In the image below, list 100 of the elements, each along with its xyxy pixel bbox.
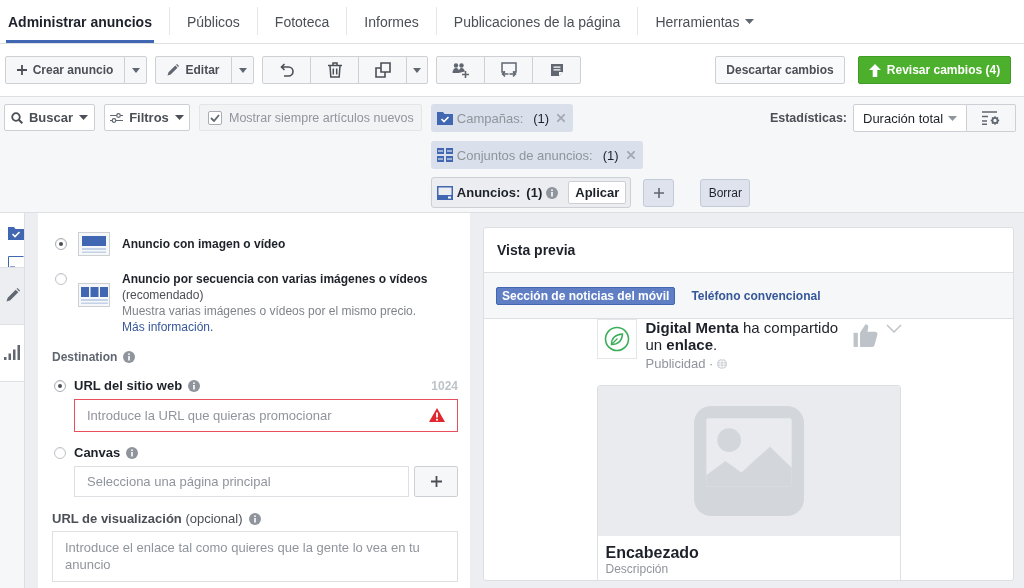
plus-icon — [653, 187, 664, 198]
page-select-field[interactable]: Selecciona una página principal — [74, 466, 409, 497]
filter-chip[interactable]: Conjuntos de anuncios: (1) — [430, 141, 643, 169]
thumbs-up-icon[interactable] — [852, 322, 879, 348]
chip-count: (1) — [533, 110, 550, 126]
checkbox[interactable] — [208, 110, 222, 125]
placement-tab[interactable]: Teléfono convencional — [685, 286, 827, 305]
carousel-icon — [78, 283, 110, 307]
duplicate-icon — [374, 62, 391, 78]
create-menu-button[interactable] — [124, 56, 147, 84]
check-icon — [210, 113, 220, 122]
more-info-link[interactable]: Más información. — [122, 320, 214, 334]
filter-chip[interactable]: Campañas: (1) — [430, 104, 574, 132]
chip-count: (1) — [602, 147, 619, 163]
bar-chart-icon — [4, 345, 20, 360]
format-title: Anuncio por secuencia con varias imágenes o vídeos — [122, 271, 429, 287]
display-url-field[interactable]: Introduce el enlace tal como quieres que la gente lo vea en tu anuncio — [52, 531, 458, 582]
chip-label: Conjuntos de anuncios: — [456, 147, 593, 163]
info-icon — [248, 513, 261, 525]
caret-icon — [174, 115, 184, 120]
info-icon — [546, 186, 559, 199]
single-image-icon — [78, 232, 110, 256]
character-counter: 1024 — [431, 378, 458, 394]
chip-label: Anuncios: — [456, 185, 521, 200]
caret-icon — [745, 19, 755, 24]
pencil-icon — [167, 64, 180, 76]
people-plus-icon — [452, 62, 469, 78]
filter-chip[interactable]: Anuncios: (1) Aplicar — [430, 177, 632, 208]
edit-menu-button[interactable] — [231, 56, 254, 84]
link-description: Descripción — [605, 562, 670, 577]
ad-window-icon — [436, 185, 453, 200]
format-note: (recomendado) — [122, 287, 205, 303]
radio-button[interactable] — [55, 238, 67, 250]
plus-icon — [430, 476, 442, 487]
sidebar-tab[interactable] — [0, 213, 24, 268]
discard-changes-button[interactable]: Descartar cambios — [715, 56, 845, 84]
caret-icon — [948, 115, 957, 121]
add-people-button[interactable] — [436, 56, 485, 84]
radio-button[interactable] — [54, 380, 66, 392]
nav-tab[interactable]: Publicaciones de la página — [451, 0, 623, 43]
option-label: Canvas — [74, 445, 121, 461]
preview-title: Vista previa — [497, 242, 576, 258]
sliders-icon — [110, 112, 124, 123]
search-button[interactable]: Buscar — [4, 104, 95, 131]
filters-button[interactable]: Filtros — [104, 104, 190, 131]
nav-tab[interactable]: Públicos — [184, 0, 242, 43]
info-icon — [123, 351, 136, 363]
switch-button[interactable] — [484, 56, 533, 84]
note-icon — [549, 63, 564, 77]
chip-label: Campañas: — [456, 110, 524, 126]
info-icon — [126, 447, 139, 459]
nav-tab[interactable]: Informes — [362, 0, 421, 43]
leaf-logo-icon — [603, 326, 630, 352]
nav-tab[interactable]: Herramientas — [653, 0, 757, 43]
nav-tab[interactable]: Administrar anuncios — [6, 0, 154, 43]
placement-tab[interactable]: Sección de noticias del móvil — [496, 286, 676, 305]
grid-icon — [436, 148, 453, 162]
screen-arrows-icon — [500, 62, 517, 78]
statistics-dropdown[interactable]: Duración total — [853, 104, 967, 132]
up-arrow-icon — [868, 63, 881, 77]
destination-label: Destination — [52, 349, 118, 365]
radio-button[interactable] — [55, 273, 67, 285]
chip-count: (1) — [526, 185, 543, 200]
display-url-label: URL de visualización (opcional) — [52, 511, 243, 527]
add-filter-button[interactable] — [643, 178, 675, 207]
statistics-label: Estadísticas: — [769, 111, 847, 125]
format-title: Anuncio con imagen o vídeo — [122, 236, 286, 252]
folder-check-icon — [436, 111, 453, 125]
pencil-icon — [6, 288, 20, 302]
warning-icon — [429, 408, 445, 422]
caret-icon — [79, 115, 89, 120]
delete-button[interactable] — [310, 56, 359, 84]
create-ad-button[interactable]: Crear anuncio — [5, 56, 125, 84]
link-headline: Encabezado — [605, 543, 700, 562]
edit-button[interactable]: Editar — [155, 56, 232, 84]
caret-icon — [238, 67, 247, 73]
url-input-field[interactable]: Introduce la URL que quieras promocionar — [74, 399, 458, 432]
post-text: Digital Menta ha compartido un enlace. — [645, 319, 840, 353]
column-settings-button[interactable] — [967, 104, 1016, 132]
settings-icon — [981, 111, 1001, 125]
radio-button[interactable] — [54, 447, 66, 459]
apply-button[interactable]: Aplicar — [568, 181, 627, 204]
duplicate-menu-button[interactable] — [406, 56, 428, 84]
nav-tab[interactable]: Fototeca — [272, 0, 332, 43]
notes-button[interactable] — [532, 56, 581, 84]
format-description: Muestra varias imágenes o vídeos por el mismo precio. Más información. — [122, 303, 418, 335]
trash-icon — [327, 62, 342, 78]
sidebar-tab[interactable] — [0, 268, 24, 325]
undo-button[interactable] — [262, 56, 311, 84]
sponsored-label: Publicidad · — [645, 356, 714, 371]
caret-icon — [131, 67, 140, 73]
option-label: URL del sitio web — [74, 378, 183, 394]
globe-icon — [717, 358, 728, 369]
duplicate-button[interactable] — [358, 56, 407, 84]
clear-button[interactable]: Borrar — [700, 178, 751, 207]
caret-icon — [413, 67, 421, 73]
sidebar-tab[interactable] — [0, 325, 24, 382]
info-icon — [188, 380, 201, 392]
undo-icon — [279, 62, 294, 78]
plus-icon — [16, 65, 27, 75]
